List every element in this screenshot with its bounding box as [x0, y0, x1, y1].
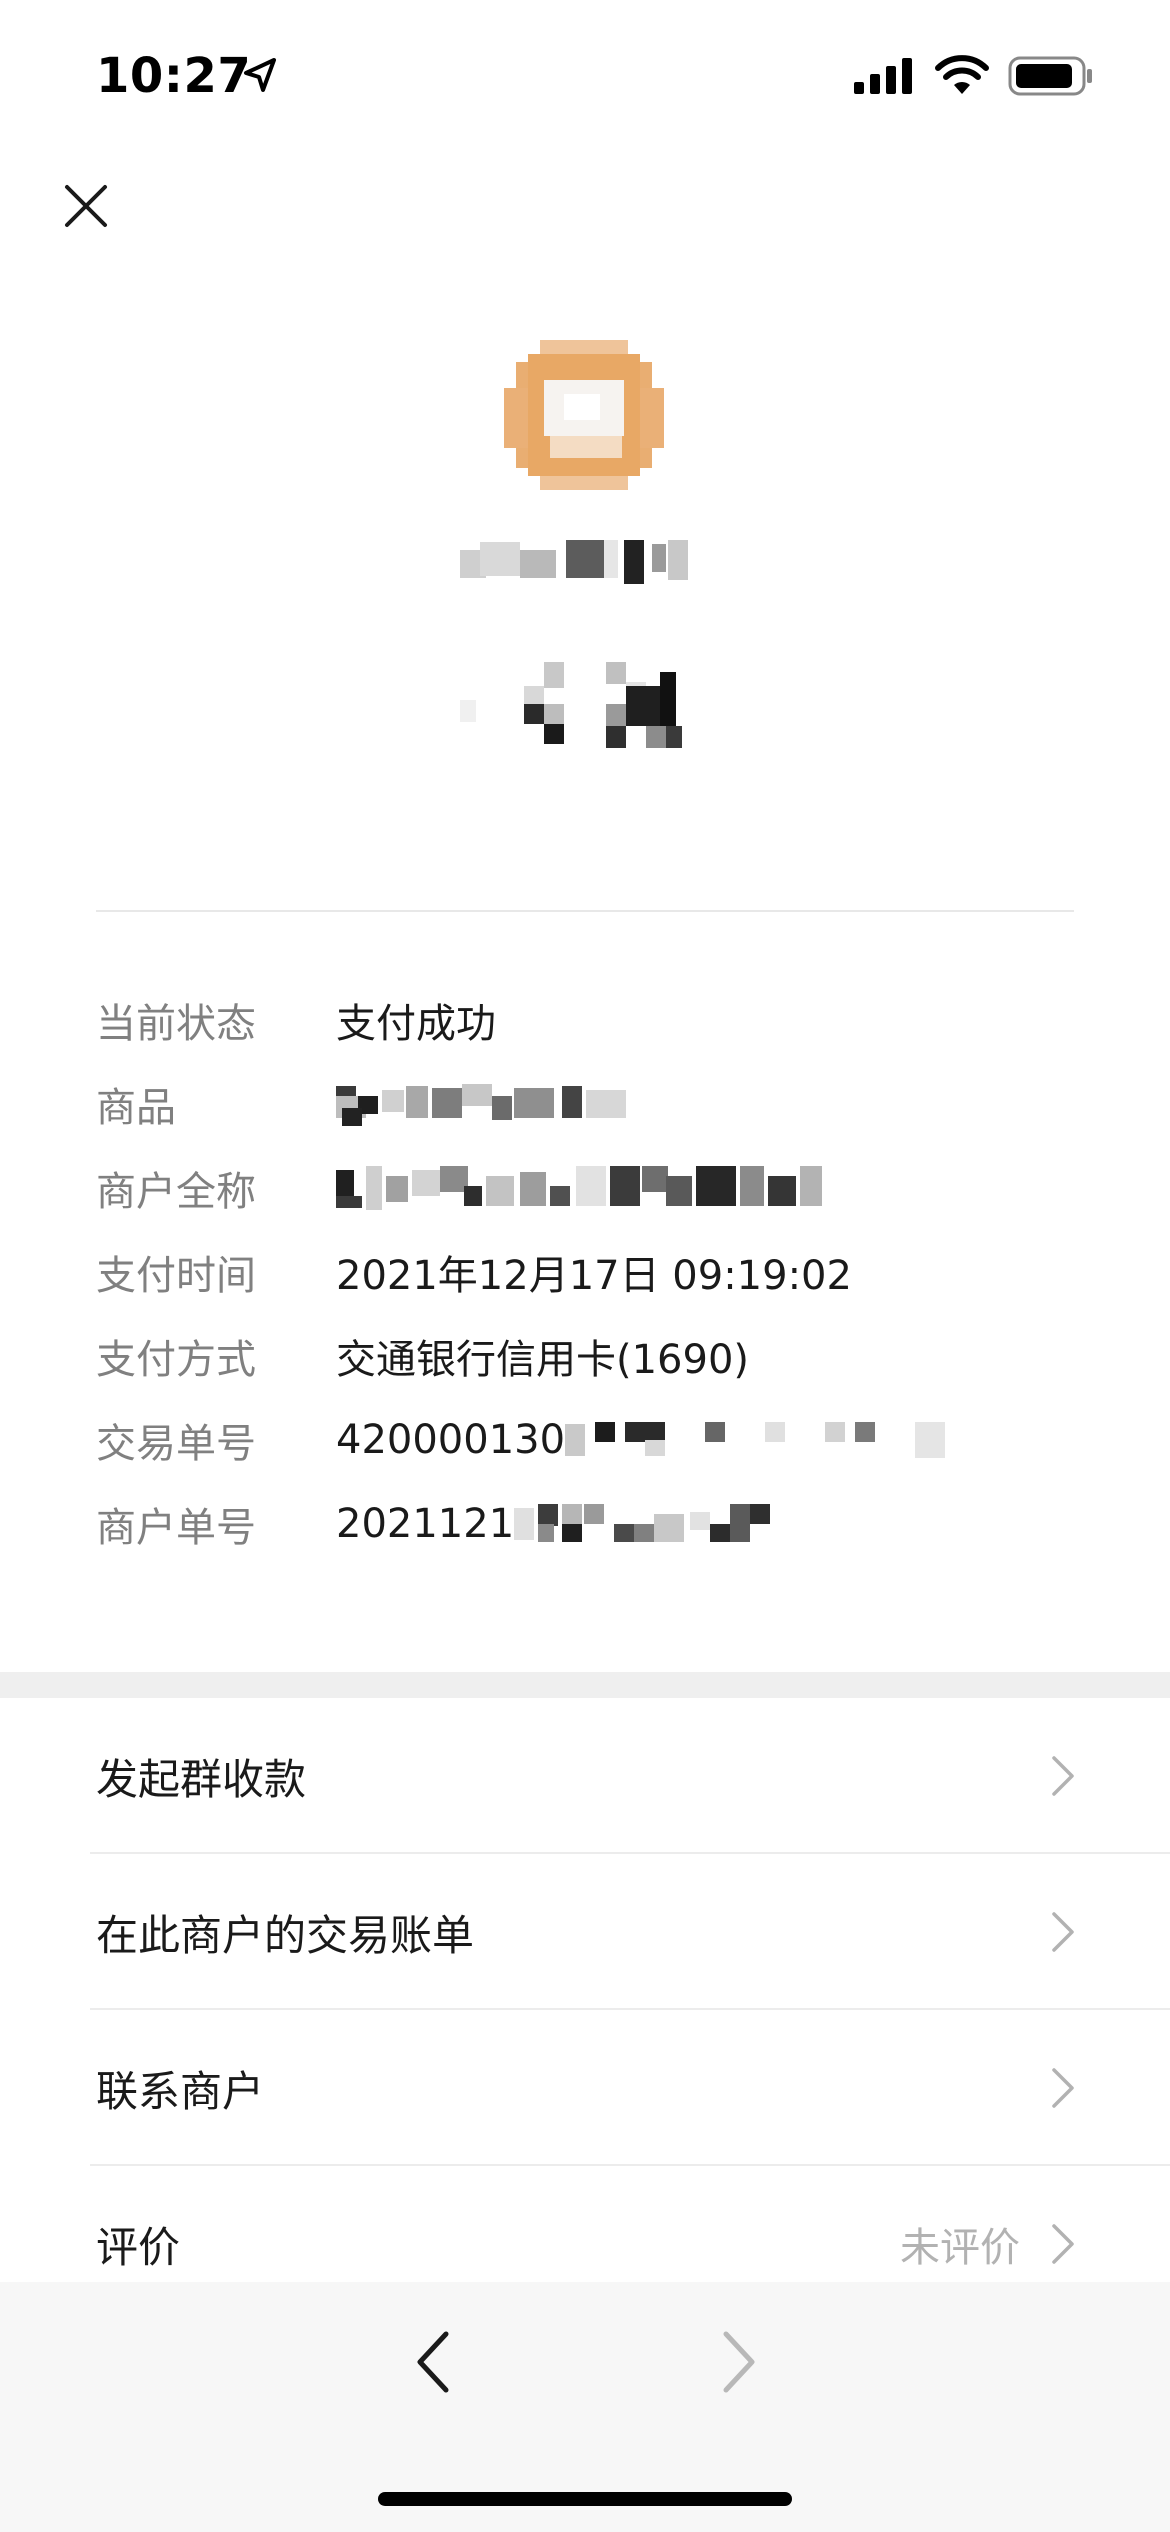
detail-label: 商户全称 — [96, 1169, 256, 1215]
detail-value: 2021年12月17日 09:19:02 — [336, 1253, 852, 1299]
detail-value: 支付成功 — [336, 1001, 496, 1047]
close-icon — [65, 185, 107, 227]
redacted-product-name — [336, 1082, 666, 1126]
chevron-right-icon — [1052, 2224, 1074, 2264]
chevron-left-icon[interactable] — [406, 2324, 462, 2400]
detail-row-merchant-order-id: 商户单号 2021121 — [96, 1482, 1074, 1566]
detail-value: 420000130 — [336, 1417, 566, 1463]
detail-row-pay-time: 支付时间 2021年12月17日 09:19:02 — [96, 1230, 1074, 1314]
status-time: 10:27 — [96, 48, 252, 104]
action-label: 评价 — [96, 2222, 181, 2272]
payment-details: 当前状态 支付成功 商品 商户全称 支付时间 2021年12月17日 09:19… — [96, 978, 1074, 1566]
detail-label: 商户单号 — [96, 1505, 256, 1551]
action-group-collection[interactable]: 发起群收款 — [0, 1698, 1170, 1854]
detail-label: 支付时间 — [96, 1253, 256, 1299]
merchant-name — [460, 540, 710, 588]
action-merchant-bills[interactable]: 在此商户的交易账单 — [0, 1854, 1170, 2010]
chevron-right-icon — [1052, 2068, 1074, 2108]
detail-row-pay-method: 支付方式 交通银行信用卡(1690) — [96, 1314, 1074, 1398]
detail-label: 交易单号 — [96, 1421, 256, 1467]
action-label: 发起群收款 — [96, 1754, 307, 1804]
battery-icon — [1008, 56, 1092, 96]
redacted-merchant-order-id — [514, 1502, 814, 1546]
action-list: 发起群收款 在此商户的交易账单 联系商户 评价 未评价 — [0, 1698, 1170, 2322]
home-indicator — [378, 2492, 792, 2506]
status-bar: 10:27 — [0, 0, 1170, 150]
detail-row-product: 商品 — [96, 1062, 1074, 1146]
detail-label: 商品 — [96, 1085, 176, 1131]
merchant-avatar — [504, 340, 664, 490]
redacted-transaction-id — [565, 1418, 975, 1462]
action-label: 联系商户 — [96, 2066, 265, 2116]
chevron-right-icon — [1052, 1756, 1074, 1796]
action-contact-merchant[interactable]: 联系商户 — [0, 2010, 1170, 2166]
section-gap — [0, 1672, 1170, 1698]
action-label: 在此商户的交易账单 — [96, 1910, 475, 1960]
detail-label: 当前状态 — [96, 1001, 256, 1047]
detail-value: 2021121 — [336, 1501, 515, 1547]
detail-value: 交通银行信用卡(1690) — [336, 1337, 750, 1383]
header-divider — [96, 910, 1074, 912]
detail-row-status: 当前状态 支付成功 — [96, 978, 1074, 1062]
close-button[interactable] — [56, 176, 116, 236]
detail-row-transaction-id: 交易单号 420000130 — [96, 1398, 1074, 1482]
review-status: 未评价 — [900, 2225, 1020, 2271]
cellular-signal-icon — [854, 58, 912, 94]
location-arrow-icon — [244, 58, 276, 92]
redacted-merchant-name — [336, 1166, 846, 1210]
detail-row-merchant: 商户全称 — [96, 1146, 1074, 1230]
payment-amount — [460, 660, 700, 750]
chevron-right-icon — [1052, 1912, 1074, 1952]
detail-label: 支付方式 — [96, 1337, 256, 1383]
wifi-icon — [935, 55, 989, 94]
chevron-right-icon[interactable] — [710, 2324, 766, 2400]
